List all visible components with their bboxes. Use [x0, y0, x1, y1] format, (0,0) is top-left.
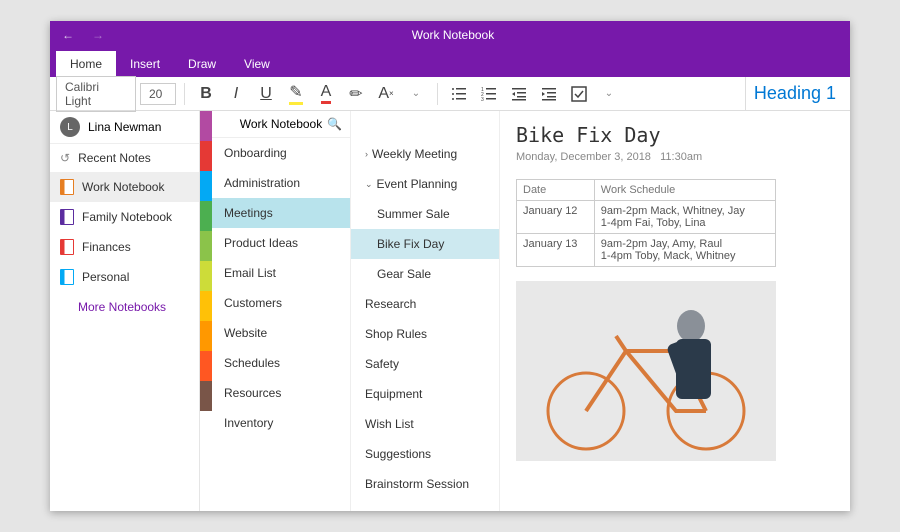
clock-icon: ↺ [60, 151, 70, 165]
back-button[interactable]: ← [62, 28, 74, 42]
number-list-button[interactable]: 123 [476, 81, 502, 107]
section-color-tab[interactable] [200, 291, 212, 321]
forward-button[interactable]: → [92, 28, 104, 42]
section-item[interactable]: Website [212, 318, 350, 348]
page-item[interactable]: Safety [351, 349, 499, 379]
page-item[interactable]: Equipment [351, 379, 499, 409]
section-item[interactable]: Meetings [212, 198, 350, 228]
search-icon[interactable]: 🔍 [327, 117, 342, 131]
section-color-tab[interactable] [200, 171, 212, 201]
page-item[interactable]: Brainstorm Session [351, 469, 499, 499]
page-item[interactable]: Summer Sale [351, 199, 499, 229]
notebook-icon [60, 239, 74, 255]
notebook-item[interactable]: Personal [50, 262, 199, 292]
table-row[interactable]: January 129am-2pm Mack, Whitney, Jay1-4p… [517, 201, 776, 234]
tab-insert[interactable]: Insert [116, 51, 174, 77]
section-color-tabs [200, 111, 212, 511]
section-header: Work Notebook 🔍 [212, 111, 350, 138]
schedule-table[interactable]: Date Work Schedule January 129am-2pm Mac… [516, 179, 776, 267]
notebook-icon [60, 209, 74, 225]
section-item[interactable]: Onboarding [212, 138, 350, 168]
page-item[interactable]: ›Weekly Meeting [351, 139, 499, 169]
ribbon-tabs: Home Insert Draw View [50, 49, 850, 77]
section-color-tab[interactable] [200, 321, 212, 351]
page-date: Monday, December 3, 2018 11:30am [516, 151, 834, 169]
recent-notes[interactable]: ↺ Recent Notes [50, 144, 199, 172]
todo-button[interactable] [566, 81, 592, 107]
svg-text:3: 3 [481, 97, 484, 102]
section-item[interactable]: Schedules [212, 348, 350, 378]
section-item[interactable]: Inventory [212, 408, 350, 438]
section-item[interactable]: Administration [212, 168, 350, 198]
avatar: L [60, 117, 80, 137]
font-color-button[interactable]: A [313, 81, 339, 107]
page-title[interactable]: Bike Fix Day [516, 123, 834, 147]
notebook-icon [60, 269, 74, 285]
notebook-item[interactable]: Work Notebook [50, 172, 199, 202]
section-item[interactable]: Resources [212, 378, 350, 408]
table-row[interactable]: January 139am-2pm Jay, Amy, Raul1-4pm To… [517, 234, 776, 267]
section-item[interactable]: Product Ideas [212, 228, 350, 258]
ribbon: Calibri Light 20 B I U ✎ A ✏ A× ⌄ 123 ⌄ … [50, 77, 850, 111]
notebook-icon [60, 179, 74, 195]
notebook-sidebar: L Lina Newman ↺ Recent Notes Work Notebo… [50, 111, 200, 511]
notebook-item[interactable]: Family Notebook [50, 202, 199, 232]
font-size-select[interactable]: 20 [140, 83, 176, 105]
page-item[interactable]: Bike Fix Day [351, 229, 499, 259]
app-window: ← → Work Notebook Home Insert Draw View … [50, 21, 850, 511]
more-notebooks[interactable]: More Notebooks [50, 292, 199, 322]
user-account[interactable]: L Lina Newman [50, 111, 199, 144]
page-item[interactable]: Gear Sale [351, 259, 499, 289]
pages-column: ›Weekly Meeting⌄Event PlanningSummer Sal… [350, 111, 500, 511]
page-item[interactable]: ⌄Event Planning [351, 169, 499, 199]
notebook-item[interactable]: Finances [50, 232, 199, 262]
page-item[interactable]: Shop Rules [351, 319, 499, 349]
chevron-icon: › [365, 149, 368, 159]
page-item[interactable]: Research [351, 289, 499, 319]
section-color-tab[interactable] [200, 201, 212, 231]
page-content[interactable]: Bike Fix Day Monday, December 3, 2018 11… [500, 111, 850, 511]
table-header: Work Schedule [594, 180, 775, 201]
outdent-button[interactable] [506, 81, 532, 107]
section-item[interactable]: Email List [212, 258, 350, 288]
bullet-list-button[interactable] [446, 81, 472, 107]
page-item[interactable]: Suggestions [351, 439, 499, 469]
tab-draw[interactable]: Draw [174, 51, 230, 77]
italic-button[interactable]: I [223, 81, 249, 107]
page-item[interactable]: Wish List [351, 409, 499, 439]
section-color-tab[interactable] [200, 111, 212, 141]
more-font-button[interactable]: ⌄ [403, 81, 429, 107]
highlight-button[interactable]: ✎ [283, 81, 309, 107]
bold-button[interactable]: B [193, 81, 219, 107]
content-image [516, 281, 776, 461]
format-painter-button[interactable]: ✏ [343, 81, 369, 107]
section-item[interactable]: Customers [212, 288, 350, 318]
more-paragraph-button[interactable]: ⌄ [596, 81, 622, 107]
body: L Lina Newman ↺ Recent Notes Work Notebo… [50, 111, 850, 511]
section-color-tab[interactable] [200, 231, 212, 261]
style-select[interactable]: Heading 1 [745, 77, 844, 110]
section-color-tab[interactable] [200, 381, 212, 411]
chevron-icon: ⌄ [365, 179, 373, 190]
section-color-tab[interactable] [200, 351, 212, 381]
section-column: Work Notebook 🔍 OnboardingAdministration… [200, 111, 350, 511]
tab-view[interactable]: View [230, 51, 284, 77]
indent-button[interactable] [536, 81, 562, 107]
section-color-tab[interactable] [200, 141, 212, 171]
titlebar: ← → Work Notebook [50, 21, 850, 49]
user-name: Lina Newman [88, 120, 161, 134]
tab-home[interactable]: Home [56, 51, 116, 77]
underline-button[interactable]: U [253, 81, 279, 107]
section-color-tab[interactable] [200, 261, 212, 291]
window-title: Work Notebook [116, 28, 790, 42]
clear-format-button[interactable]: A× [373, 81, 399, 107]
table-header: Date [517, 180, 595, 201]
font-select[interactable]: Calibri Light [56, 76, 136, 112]
